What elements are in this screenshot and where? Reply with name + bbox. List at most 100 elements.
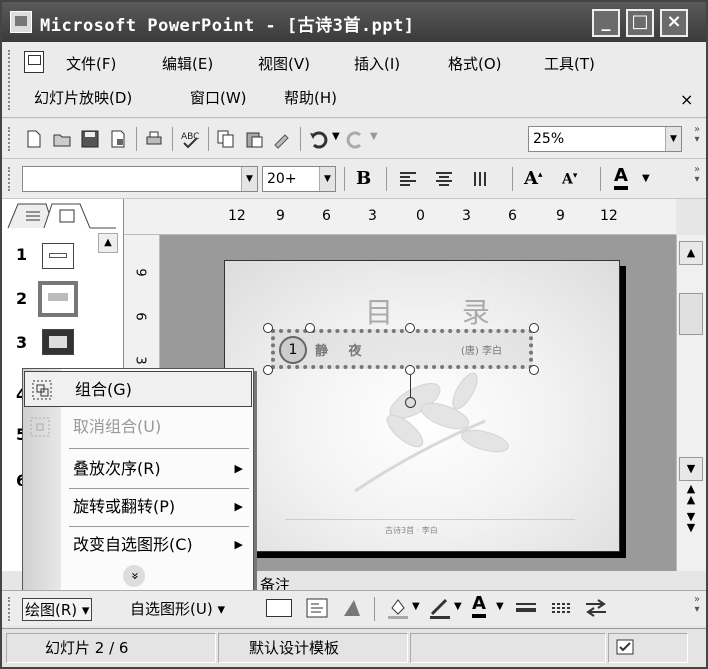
arrow-style-icon[interactable] (584, 596, 608, 620)
toolbar-options-icon[interactable]: » ▾ (690, 125, 704, 145)
rectangle-tool-icon[interactable] (266, 599, 292, 617)
chevron-down-icon[interactable]: ▼ (319, 167, 335, 191)
resize-handle[interactable] (529, 365, 539, 375)
menu-file[interactable]: 文件(F) (66, 53, 116, 74)
redo-icon[interactable] (346, 129, 366, 149)
drawbar-font-color-icon[interactable]: A (472, 594, 486, 618)
vertical-scrollbar[interactable]: ▲ ▼ ▲ ▲ ▼ ▼ (676, 235, 706, 571)
line-color-icon[interactable] (428, 596, 452, 620)
menu-slideshow[interactable]: 幻灯片放映(D) (34, 87, 132, 108)
document-close-button[interactable]: × (680, 90, 693, 109)
print-icon[interactable] (144, 129, 164, 149)
menu-view[interactable]: 视图(V) (258, 53, 310, 74)
menu-item-change-autoshape[interactable]: 改变自选图形(C) ▶ (23, 527, 253, 563)
menu-help[interactable]: 帮助(H) (284, 87, 337, 108)
scroll-thumb[interactable] (679, 293, 703, 335)
undo-icon[interactable] (308, 129, 328, 149)
spelling-check-icon[interactable] (615, 638, 637, 658)
permission-icon[interactable] (108, 129, 128, 149)
toolbar-options-icon[interactable]: » ▾ (690, 165, 704, 185)
resize-handle[interactable] (529, 323, 539, 333)
slide-thumbnail-3[interactable] (42, 329, 74, 355)
minimize-button[interactable]: _ (592, 9, 620, 37)
scroll-down-button[interactable]: ▼ (679, 457, 703, 481)
drawbar-font-color-dropdown-arrow[interactable]: ▼ (496, 601, 504, 612)
menu-insert[interactable]: 插入(I) (354, 53, 400, 74)
menubar-grip-handle[interactable] (8, 50, 11, 110)
bold-button[interactable]: B (356, 168, 371, 189)
line-style-icon[interactable] (514, 596, 538, 620)
font-color-dropdown-arrow[interactable]: ▼ (642, 173, 650, 184)
menu-item-ungroup[interactable]: 取消组合(U) (23, 409, 253, 445)
open-folder-icon[interactable] (52, 129, 72, 149)
menu-edit[interactable]: 编辑(E) (162, 53, 213, 74)
font-color-button[interactable]: A (614, 166, 628, 190)
autoshapes-menu-button[interactable]: 自选图形(U) ▾ (130, 598, 225, 619)
menu-item-rotate-flip[interactable]: 旋转或翻转(P) ▶ (23, 489, 253, 525)
decrease-font-icon[interactable]: A▾ (562, 171, 577, 188)
menu-item-group[interactable]: 组合(G) (24, 371, 252, 407)
slide-item-author[interactable]: (唐) 李白 (461, 342, 502, 357)
expand-menu-button[interactable]: » (123, 565, 145, 587)
undo-dropdown-arrow[interactable]: ▼ (332, 131, 340, 142)
fill-color-dropdown-arrow[interactable]: ▼ (412, 601, 420, 612)
toolbar-grip-handle[interactable] (8, 167, 11, 191)
zoom-dropdown[interactable]: 25% ▼ (528, 126, 682, 152)
copy-icon[interactable] (216, 129, 236, 149)
menu-item-order[interactable]: 叠放次序(R) ▶ (23, 451, 253, 487)
toolbar-grip-handle[interactable] (8, 127, 11, 151)
menu-window[interactable]: 窗口(W) (190, 87, 247, 108)
toolbar-separator (172, 127, 173, 151)
menu-tools[interactable]: 工具(T) (544, 53, 595, 74)
document-icon[interactable] (24, 51, 44, 73)
toolbar-options-icon[interactable]: » ▾ (690, 595, 704, 615)
format-painter-icon[interactable] (272, 129, 292, 149)
resize-handle[interactable] (263, 365, 273, 375)
font-size-dropdown[interactable]: 20+ ▼ (262, 166, 336, 192)
increase-font-icon[interactable]: A▴ (524, 168, 543, 189)
slide-thumbnail-1[interactable] (42, 243, 74, 269)
maximize-button[interactable]: □ (626, 9, 654, 37)
previous-slide-button[interactable]: ▲ ▲ (679, 483, 703, 507)
next-slide-button[interactable]: ▼ ▼ (679, 511, 703, 535)
line-spacing-icon[interactable] (472, 169, 492, 189)
pane-tabs (7, 203, 116, 229)
fill-color-icon[interactable] (386, 596, 410, 620)
menu-format[interactable]: 格式(O) (448, 53, 502, 74)
new-file-icon[interactable] (24, 129, 44, 149)
toolbar-separator (300, 127, 301, 151)
font-name-dropdown[interactable]: ▼ (22, 166, 258, 192)
redo-dropdown-arrow[interactable]: ▼ (370, 131, 378, 142)
wordart-icon[interactable] (340, 596, 364, 620)
selected-text-group[interactable]: 1 静 夜 (唐) 李白 (271, 329, 533, 369)
close-button[interactable]: × (660, 9, 688, 37)
scroll-up-button[interactable]: ▲ (679, 241, 703, 265)
slide-title[interactable]: 目 录 (365, 291, 520, 331)
resize-handle[interactable] (405, 323, 415, 333)
paste-icon[interactable] (244, 129, 264, 149)
pane-scroll-up-button[interactable]: ▲ (98, 233, 118, 253)
submenu-arrow-icon: ▶ (234, 462, 243, 475)
resize-handle[interactable] (405, 365, 415, 375)
text-box-icon[interactable] (306, 598, 328, 618)
toolbar-separator (386, 167, 387, 191)
slide-item-title[interactable]: 静 夜 (315, 340, 370, 359)
spelling-icon[interactable]: ABC (180, 129, 200, 149)
rotate-handle[interactable] (405, 397, 416, 408)
slide-thumbnail-2[interactable] (38, 281, 78, 317)
draw-menu-button[interactable]: 绘图(R) ▾ (22, 598, 93, 621)
save-icon[interactable] (80, 129, 100, 149)
line-color-dropdown-arrow[interactable]: ▼ (454, 601, 462, 612)
resize-handle[interactable] (305, 323, 315, 333)
toolbar-grip-handle[interactable] (8, 597, 11, 621)
chevron-down-icon[interactable]: ▼ (241, 167, 257, 191)
chevron-down-icon[interactable]: ▼ (665, 127, 681, 151)
dash-style-icon[interactable] (550, 596, 574, 620)
resize-handle[interactable] (263, 323, 273, 333)
align-center-icon[interactable] (434, 169, 454, 189)
current-slide[interactable]: 目 录 1 静 夜 (唐) 李白 古诗3首 · 李白 (224, 260, 620, 552)
title-bar[interactable]: Microsoft PowerPoint - [古诗3首.ppt] _ □ × (2, 2, 706, 42)
align-left-icon[interactable] (398, 169, 418, 189)
draw-context-menu: 组合(G) 取消组合(U) 叠放次序(R) ▶ 旋转或翻转(P) ▶ 改变自选图… (22, 368, 254, 594)
powerpoint-app-icon[interactable] (10, 11, 32, 33)
